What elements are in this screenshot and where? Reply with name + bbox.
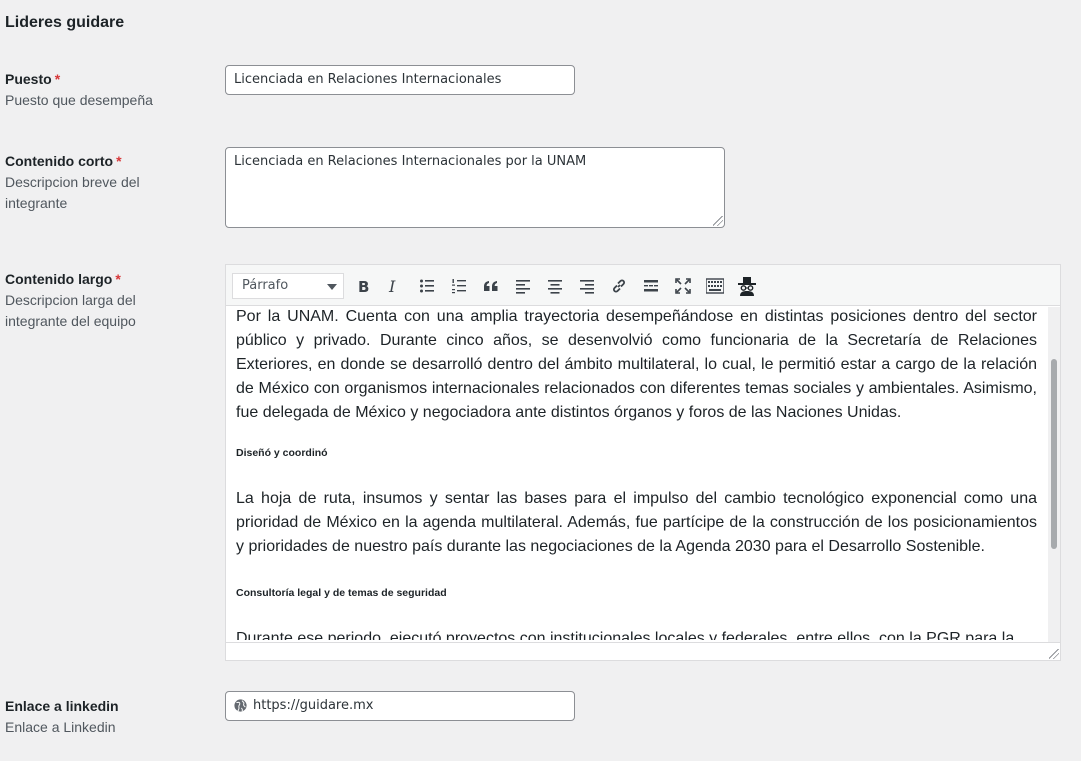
editor-statusbar <box>226 642 1060 660</box>
format-select[interactable]: Párrafo <box>232 273 344 299</box>
bullet-list-icon <box>420 279 434 293</box>
fullscreen-icon <box>675 278 691 294</box>
contenido-corto-textarea[interactable]: Licenciada en Relaciones Internacionales… <box>225 147 725 228</box>
linkedin-label: Enlace a linkedin <box>5 698 119 714</box>
bold-button[interactable]: B <box>350 273 376 299</box>
scrollbar-thumb[interactable] <box>1051 359 1057 549</box>
resize-handle[interactable] <box>713 216 723 226</box>
format-select-value: Párrafo <box>242 278 289 293</box>
globe-icon <box>234 699 247 712</box>
linkedin-label-block: Enlace a linkedin Enlace a Linkedin <box>5 696 205 738</box>
toolbar-toggle-button[interactable] <box>702 273 728 299</box>
align-center-icon <box>548 280 562 294</box>
link-icon <box>613 279 625 293</box>
editor-content[interactable]: Por la UNAM. Cuenta con una amplia traye… <box>226 307 1047 640</box>
numbered-list-icon <box>452 279 466 294</box>
bold-icon: B <box>358 278 369 294</box>
read-more-icon <box>644 280 658 292</box>
svg-text:B: B <box>358 278 369 294</box>
bullet-list-button[interactable] <box>414 273 440 299</box>
contenido-corto-description: Descripcion breve del integrante <box>5 174 140 211</box>
puesto-input[interactable]: Licenciada en Relaciones Internacionales <box>225 65 575 95</box>
rich-text-editor: Párrafo B I Por la UNAM. Cuenta con una … <box>225 264 1061 661</box>
content-paragraph: Por la UNAM. Cuenta con una amplia traye… <box>236 308 1037 421</box>
numbered-list-button[interactable] <box>446 273 472 299</box>
linkedin-description: Enlace a Linkedin <box>5 719 116 735</box>
required-mark: * <box>115 271 121 287</box>
required-mark: * <box>116 153 122 169</box>
contenido-largo-label: Contenido largo * <box>5 271 121 287</box>
incognito-icon <box>738 277 756 296</box>
editor-scrollbar[interactable] <box>1048 307 1060 644</box>
resize-handle[interactable] <box>1049 649 1059 659</box>
align-right-icon <box>580 280 594 294</box>
linkedin-url-value: https://guidare.mx <box>253 698 374 713</box>
align-left-button[interactable] <box>510 273 536 299</box>
svg-text:I: I <box>388 278 396 294</box>
chevron-down-icon <box>327 284 337 290</box>
align-center-button[interactable] <box>542 273 568 299</box>
contenido-largo-label-block: Contenido largo * Descripcion larga del i… <box>5 269 165 332</box>
content-paragraph: Durante ese periodo, ejecutó proyectos c… <box>236 630 1015 640</box>
italic-button[interactable]: I <box>381 273 407 299</box>
italic-icon: I <box>388 278 396 294</box>
contenido-corto-value: Licenciada en Relaciones Internacionales… <box>234 154 587 169</box>
align-left-icon <box>516 280 530 294</box>
toolbar-toggle-icon <box>706 278 724 294</box>
linkedin-url-input[interactable]: https://guidare.mx <box>225 691 575 721</box>
editor-toolbar: Párrafo B I <box>226 265 1060 306</box>
blockquote-button[interactable] <box>478 273 504 299</box>
required-mark: * <box>54 71 61 87</box>
blockquote-icon <box>484 281 498 291</box>
contenido-corto-label-block: Contenido corto * Descripcion breve del i… <box>5 151 165 214</box>
incognito-button[interactable] <box>734 273 760 299</box>
align-right-button[interactable] <box>574 273 600 299</box>
section-title: Lideres guidare <box>5 14 125 31</box>
link-button[interactable] <box>606 273 632 299</box>
puesto-label-block: Puesto * Puesto que desempeña <box>5 69 205 111</box>
puesto-description: Puesto que desempeña <box>5 92 153 108</box>
content-paragraph: La hoja de ruta, insumos y sentar las ba… <box>236 490 1037 555</box>
content-heading: Consultoría legal y de temas de segurida… <box>236 587 447 599</box>
contenido-largo-description: Descripcion larga del integrante del equ… <box>5 292 136 329</box>
content-heading: Diseñó y coordinó <box>236 447 328 459</box>
read-more-button[interactable] <box>638 273 664 299</box>
fullscreen-button[interactable] <box>670 273 696 299</box>
puesto-label: Puesto * <box>5 71 61 87</box>
contenido-corto-label: Contenido corto * <box>5 153 122 169</box>
